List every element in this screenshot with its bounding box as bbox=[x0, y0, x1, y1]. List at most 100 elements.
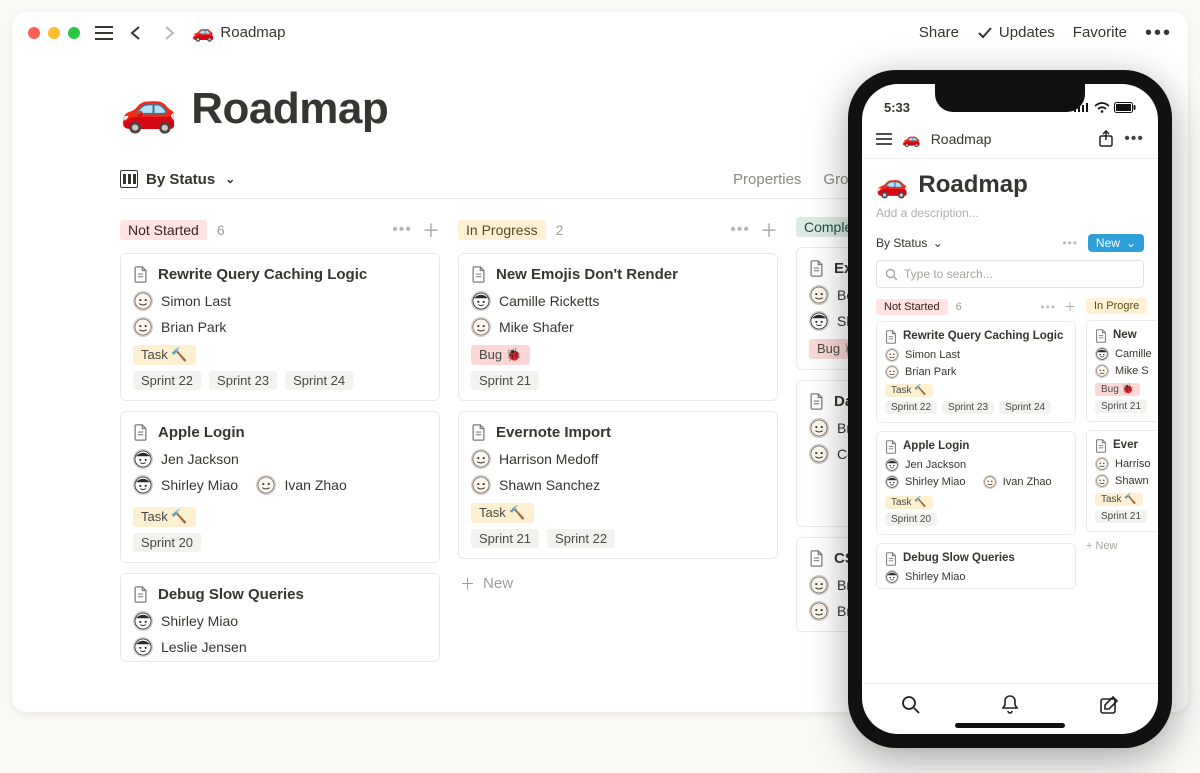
column-not-started: Not Started 6 ••• ＋ Rewrite Query Cachin… bbox=[120, 217, 440, 672]
share-button[interactable]: Share bbox=[919, 24, 959, 41]
phone-column-not-started: Not Started 6 ••• ＋ Rewrite Query Cachin… bbox=[876, 298, 1076, 683]
more-menu-icon[interactable]: ••• bbox=[1145, 28, 1172, 38]
sprint-tag: Sprint 23 bbox=[209, 371, 277, 390]
person-name: Simon Last bbox=[161, 293, 231, 309]
page-emoji-icon[interactable]: 🚗 bbox=[120, 81, 177, 136]
person-name: Shawn Sanchez bbox=[499, 477, 600, 493]
page-title[interactable]: Roadmap bbox=[191, 84, 388, 134]
phone-mockup: 5:33 🚗 Roadmap ••• 🚗 Roadmap Add a descr… bbox=[848, 70, 1172, 748]
sprint-tag: Sprint 20 bbox=[133, 533, 201, 552]
share-icon[interactable] bbox=[1098, 130, 1114, 148]
new-button[interactable]: New⌄ bbox=[1088, 234, 1144, 252]
column-add-icon[interactable]: ＋ bbox=[1064, 298, 1076, 315]
updates-button[interactable]: Updates bbox=[977, 24, 1055, 41]
card[interactable]: New Camille Mike S Bug 🐞 Sprint 21 bbox=[1086, 320, 1156, 422]
phone-search[interactable]: Type to search... bbox=[876, 260, 1144, 288]
column-menu-icon[interactable]: ••• bbox=[730, 221, 750, 239]
description-placeholder[interactable]: Add a description... bbox=[876, 206, 1144, 220]
person-name: Mike Shafer bbox=[499, 319, 574, 335]
view-select[interactable]: By Status ⌄ bbox=[120, 170, 235, 188]
person-name: Shirley Miao bbox=[161, 613, 238, 629]
wifi-icon bbox=[1094, 102, 1110, 113]
avatar bbox=[256, 475, 276, 495]
phone-page-header: 🚗 Roadmap Add a description... bbox=[862, 159, 1158, 224]
card[interactable]: Evernote Import Harrison Medoff Shawn Sa… bbox=[458, 411, 778, 559]
avatar bbox=[471, 291, 491, 311]
card[interactable]: Apple Login Jen Jackson Shirley Miao Iva… bbox=[120, 411, 440, 563]
page-title[interactable]: Roadmap bbox=[918, 171, 1027, 199]
page-icon bbox=[809, 260, 824, 277]
phone-view-bar: By Status ⌄ ••• New⌄ bbox=[862, 224, 1158, 260]
home-indicator[interactable] bbox=[955, 723, 1065, 728]
window-traffic-lights[interactable] bbox=[28, 27, 80, 39]
more-menu-icon[interactable]: ••• bbox=[1124, 130, 1144, 148]
more-menu-icon[interactable]: ••• bbox=[1062, 236, 1078, 250]
page-emoji-icon[interactable]: 🚗 bbox=[876, 169, 908, 200]
hamburger-icon[interactable] bbox=[876, 133, 892, 145]
avatar bbox=[809, 575, 829, 595]
page-icon bbox=[885, 552, 897, 566]
sprint-tag: Sprint 24 bbox=[285, 371, 353, 390]
column-add-icon[interactable]: ＋ bbox=[422, 217, 440, 243]
card-title: Evernote Import bbox=[496, 424, 611, 441]
avatar bbox=[809, 311, 829, 331]
new-card-button[interactable]: + New bbox=[1086, 540, 1156, 552]
card[interactable]: Rewrite Query Caching Logic Simon Last B… bbox=[120, 253, 440, 401]
avatar bbox=[809, 444, 829, 464]
properties-button[interactable]: Properties bbox=[733, 171, 801, 188]
status-pill[interactable]: Not Started bbox=[876, 299, 948, 315]
page-icon bbox=[809, 393, 824, 410]
person-name: Camille Ricketts bbox=[499, 293, 599, 309]
avatar bbox=[133, 291, 153, 311]
card[interactable]: Rewrite Query Caching Logic Simon Last B… bbox=[876, 321, 1076, 423]
type-tag: Task 🔨 bbox=[471, 503, 534, 523]
notifications-icon[interactable] bbox=[1000, 694, 1020, 716]
avatar bbox=[809, 601, 829, 621]
plus-icon: ＋ bbox=[460, 573, 475, 594]
status-pill[interactable]: In Progress bbox=[458, 220, 546, 240]
view-select[interactable]: By Status ⌄ bbox=[876, 236, 943, 250]
phone-notch bbox=[935, 84, 1085, 112]
breadcrumb[interactable]: 🚗 Roadmap bbox=[192, 22, 285, 43]
person-name: Ivan Zhao bbox=[284, 477, 346, 493]
type-tag: Task 🔨 bbox=[133, 507, 196, 527]
card[interactable]: Apple Login Jen Jackson Shirley Miao Iva… bbox=[876, 431, 1076, 535]
avatar bbox=[471, 449, 491, 469]
sprint-tag: Sprint 21 bbox=[471, 371, 539, 390]
new-card-button[interactable]: ＋ New bbox=[458, 569, 778, 598]
column-menu-icon[interactable]: ••• bbox=[1040, 300, 1056, 314]
avatar bbox=[809, 285, 829, 305]
car-icon: 🚗 bbox=[902, 130, 921, 148]
page-icon bbox=[133, 266, 148, 283]
sprint-tag: Sprint 21 bbox=[471, 529, 539, 548]
card[interactable]: New Emojis Don't Render Camille Ricketts… bbox=[458, 253, 778, 401]
page-icon bbox=[133, 424, 148, 441]
avatar bbox=[471, 317, 491, 337]
column-add-icon[interactable]: ＋ bbox=[760, 217, 778, 243]
status-pill[interactable]: Not Started bbox=[120, 220, 207, 240]
column-menu-icon[interactable]: ••• bbox=[392, 221, 412, 239]
nav-back-icon[interactable] bbox=[128, 25, 146, 41]
column-count: 6 bbox=[217, 222, 225, 238]
page-icon bbox=[133, 586, 148, 603]
card-title: New Emojis Don't Render bbox=[496, 266, 678, 283]
page-icon bbox=[809, 550, 824, 567]
nav-forward-icon bbox=[160, 25, 178, 41]
card[interactable]: Debug Slow Queries Shirley Miao bbox=[876, 543, 1076, 589]
search-placeholder: Type to search... bbox=[904, 267, 993, 281]
phone-breadcrumb-title[interactable]: Roadmap bbox=[931, 131, 992, 147]
card-title: Apple Login bbox=[158, 424, 245, 441]
phone-board[interactable]: Not Started 6 ••• ＋ Rewrite Query Cachin… bbox=[862, 298, 1158, 683]
person-name: Brian Park bbox=[161, 319, 226, 335]
avatar bbox=[133, 637, 153, 657]
card[interactable]: Debug Slow Queries Shirley Miao Leslie J… bbox=[120, 573, 440, 662]
card[interactable]: Ever Harriso Shawn Task 🔨 Sprint 21 bbox=[1086, 430, 1156, 532]
favorite-button[interactable]: Favorite bbox=[1073, 24, 1127, 41]
column-count: 6 bbox=[956, 301, 962, 313]
search-icon[interactable] bbox=[901, 695, 921, 715]
hamburger-icon[interactable] bbox=[94, 25, 114, 41]
compose-icon[interactable] bbox=[1099, 695, 1119, 715]
page-icon bbox=[471, 266, 486, 283]
status-pill[interactable]: In Progre bbox=[1086, 298, 1147, 314]
type-tag: Task 🔨 bbox=[133, 345, 196, 365]
